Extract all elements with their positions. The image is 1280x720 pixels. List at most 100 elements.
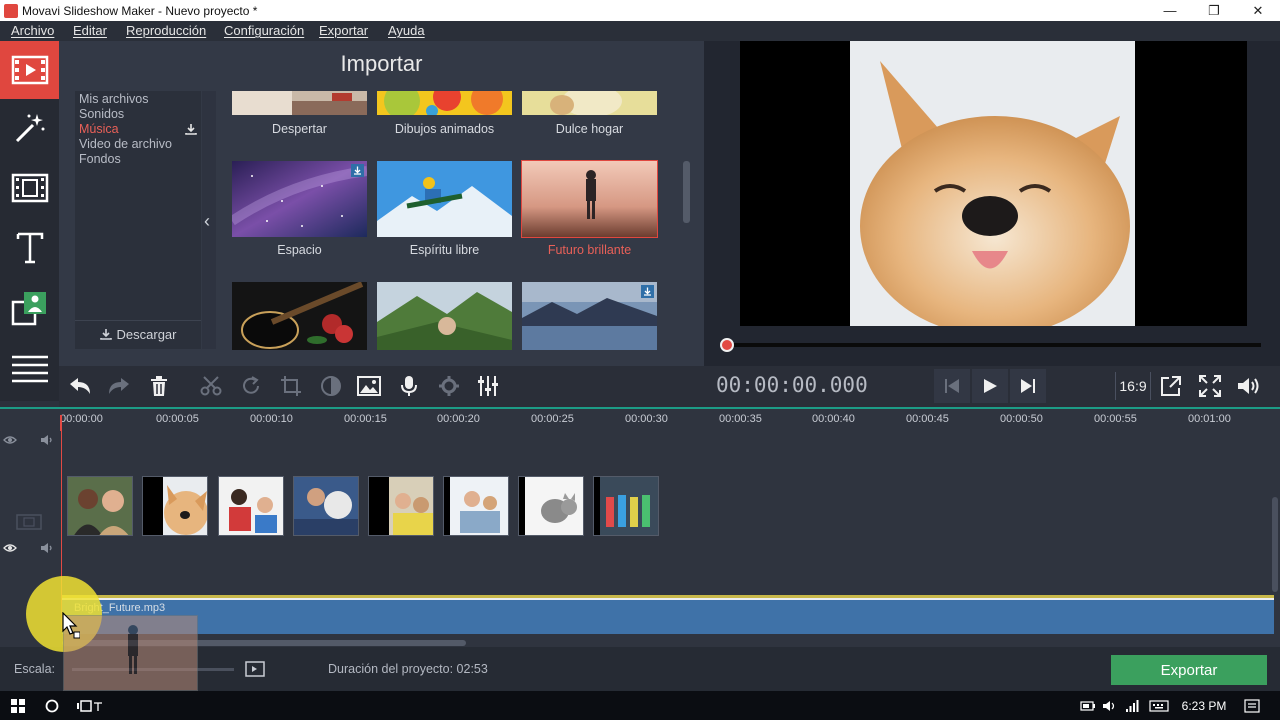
category-fondos[interactable]: Fondos <box>79 152 121 166</box>
speaker-icon[interactable] <box>40 542 54 554</box>
tick-label: 00:00:25 <box>531 413 574 425</box>
more-tab[interactable] <box>0 339 59 397</box>
download-badge-icon[interactable] <box>641 285 654 298</box>
crop-button[interactable] <box>279 374 303 398</box>
download-button[interactable]: Descargar <box>75 327 201 342</box>
aspect-ratio-button[interactable]: 16:9 <box>1115 372 1151 400</box>
menu-reproduccion[interactable]: Reproducción <box>126 23 206 38</box>
scale-label: Escala: <box>14 662 55 676</box>
rotate-button[interactable] <box>239 374 263 398</box>
download-icon[interactable] <box>185 122 197 140</box>
category-sonidos[interactable]: Sonidos <box>79 107 124 121</box>
network-icon[interactable] <box>1122 691 1142 720</box>
label-despertar: Despertar <box>272 122 327 136</box>
notifications-icon[interactable] <box>1238 691 1266 720</box>
menu-archivo[interactable]: Archivo <box>11 23 54 38</box>
thumb-mountains[interactable] <box>377 282 512 350</box>
microphone-icon <box>401 376 417 396</box>
color-button[interactable] <box>319 374 343 398</box>
tick-label: 00:01:00 <box>1188 413 1231 425</box>
thumb-espacio[interactable] <box>232 161 367 237</box>
overlay-tab[interactable] <box>0 279 59 337</box>
thumb-dulce-hogar[interactable] <box>522 91 657 115</box>
play-icon <box>984 379 997 393</box>
skip-start-icon <box>945 379 959 393</box>
volume-button[interactable] <box>1237 374 1261 398</box>
collapse-panel-icon[interactable]: ‹ <box>204 211 210 232</box>
task-view-button[interactable] <box>72 691 106 720</box>
seek-bar[interactable] <box>726 343 1261 347</box>
play-button[interactable] <box>972 369 1008 403</box>
category-mis-archivos[interactable]: Mis archivos <box>79 92 148 106</box>
popout-button[interactable] <box>1159 374 1183 398</box>
timeline-clip[interactable] <box>142 476 208 536</box>
titles-tab[interactable] <box>0 219 59 277</box>
speaker-icon[interactable] <box>40 434 54 446</box>
fit-timeline-icon[interactable] <box>245 661 265 677</box>
minimize-button[interactable]: — <box>1148 0 1192 21</box>
clock[interactable]: 6:23 PM <box>1176 691 1232 720</box>
playhead-marker[interactable] <box>60 415 62 431</box>
label-espiritu-libre: Espíritu libre <box>409 243 480 257</box>
import-scrollbar[interactable] <box>683 161 690 223</box>
window-title: Movavi Slideshow Maker - Nuevo proyecto … <box>22 4 258 18</box>
os-taskbar: 6:23 PM <box>0 691 1280 720</box>
thumb-despertar[interactable] <box>232 91 367 115</box>
time-ruler[interactable]: 00:00:00 00:00:05 00:00:10 00:00:15 00:0… <box>60 409 1280 431</box>
video-track-icon <box>16 514 42 530</box>
redo-button[interactable] <box>107 374 131 398</box>
filters-tab[interactable] <box>0 99 59 157</box>
start-button[interactable] <box>0 691 36 720</box>
thumb-futuro-brillante[interactable] <box>521 160 658 238</box>
restore-button[interactable]: ❐ <box>1192 0 1236 21</box>
battery-icon[interactable] <box>1078 691 1098 720</box>
download-badge-icon[interactable] <box>351 164 364 177</box>
skip-start-button[interactable] <box>934 369 970 403</box>
thumb-guitar[interactable] <box>232 282 367 350</box>
edit-toolbar <box>59 366 704 407</box>
keyboard-icon[interactable] <box>1146 691 1172 720</box>
thumb-espiritu-libre[interactable] <box>377 161 512 237</box>
settings-button[interactable] <box>437 374 461 398</box>
cut-button[interactable] <box>199 374 223 398</box>
close-button[interactable]: ✕ <box>1236 0 1280 21</box>
delete-button[interactable] <box>147 374 171 398</box>
eye-icon[interactable] <box>3 543 17 553</box>
left-toolbar <box>0 41 59 401</box>
tick-label: 00:00:05 <box>156 413 199 425</box>
cortana-icon <box>45 699 59 712</box>
fullscreen-button[interactable] <box>1198 374 1222 398</box>
transitions-tab[interactable] <box>0 159 59 217</box>
thumb-lake[interactable] <box>522 282 657 350</box>
tick-label: 00:00:50 <box>1000 413 1043 425</box>
eye-icon[interactable] <box>3 435 17 445</box>
timeline-clip[interactable] <box>218 476 284 536</box>
timeline-clip[interactable] <box>368 476 434 536</box>
seek-handle[interactable] <box>720 338 734 352</box>
equalizer-button[interactable] <box>476 374 500 398</box>
image-button[interactable] <box>357 374 381 398</box>
timeline-clip[interactable] <box>518 476 584 536</box>
skip-end-button[interactable] <box>1010 369 1046 403</box>
undo-button[interactable] <box>68 374 92 398</box>
timeline-clip[interactable] <box>67 476 133 536</box>
timeline-clip[interactable] <box>293 476 359 536</box>
menu-editar[interactable]: Editar <box>73 23 107 38</box>
thumb-dibujos-animados[interactable] <box>377 91 512 115</box>
category-video-archivo[interactable]: Video de archivo <box>79 137 172 151</box>
menu-configuracion[interactable]: Configuración <box>224 23 304 38</box>
import-tab[interactable] <box>0 41 59 99</box>
timeline-clip[interactable] <box>593 476 659 536</box>
timeline-clip[interactable] <box>443 476 509 536</box>
tick-label: 00:00:10 <box>250 413 293 425</box>
volume-tray-icon[interactable] <box>1100 691 1120 720</box>
menu-exportar[interactable]: Exportar <box>319 23 368 38</box>
record-button[interactable] <box>397 374 421 398</box>
category-musica[interactable]: Música <box>79 122 119 136</box>
menu-ayuda[interactable]: Ayuda <box>388 23 425 38</box>
preview-image <box>850 41 1135 326</box>
audio-clip[interactable]: Bright_Future.mp3 <box>62 598 1274 634</box>
search-button[interactable] <box>36 691 68 720</box>
timeline-vertical-scrollbar[interactable] <box>1272 497 1278 592</box>
export-button[interactable]: Exportar <box>1111 655 1267 685</box>
